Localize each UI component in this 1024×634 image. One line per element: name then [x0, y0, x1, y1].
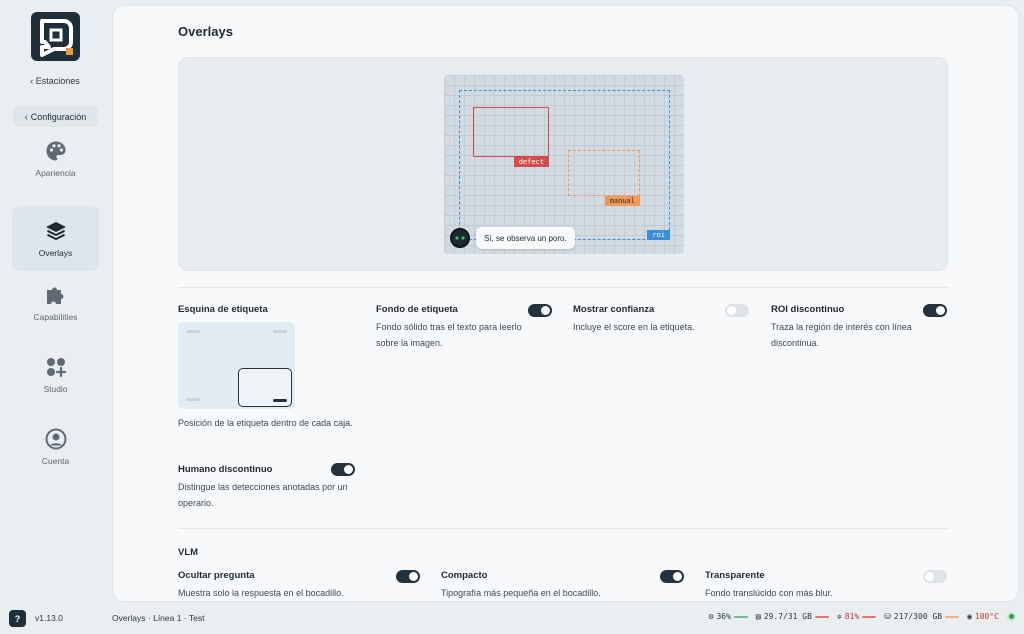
- defect-tag: defect: [513, 157, 549, 167]
- setting-label: Ocultar pregunta: [178, 570, 255, 581]
- setting-desc: Fondo translúcido con más blur.: [705, 588, 833, 598]
- setting-desc: Traza la región de interés con línea dis…: [771, 322, 912, 348]
- setting-desc: Distingue las detecciones anotadas por u…: [178, 482, 348, 508]
- sidebar: ‹ Estaciones ‹ Configuración Apariencia …: [0, 0, 110, 602]
- divider: [178, 287, 948, 288]
- user-circle-icon: [45, 428, 66, 449]
- vlm-avatar-icon: [450, 228, 470, 248]
- status-bar: ? v1.13.0 Overlays · Línea 1 · Test ⚙ 36…: [0, 602, 1024, 634]
- help-button[interactable]: ?: [9, 610, 26, 627]
- corner-option-top-left[interactable]: [186, 330, 200, 333]
- vlm-bubble: Sí, se observa un poro.: [476, 227, 575, 249]
- gpu-icon: ✲: [836, 612, 842, 621]
- hide-question-toggle[interactable]: [396, 570, 420, 583]
- cpu-stat: ⚙ 36%: [709, 612, 748, 621]
- setting-roi-dashed: ROI discontinuo Traza la región de inter…: [771, 304, 936, 351]
- roi-dashed-toggle[interactable]: [923, 304, 947, 317]
- overlay-preview: roi defect manual Sí, se observa un poro…: [178, 57, 948, 271]
- disk-bar: [945, 615, 960, 618]
- gpu-bar: [862, 615, 877, 618]
- sidebar-item-cuenta[interactable]: Cuenta: [12, 414, 99, 479]
- puzzle-icon: [46, 287, 63, 304]
- breadcrumb: Overlays · Línea 1 · Test: [112, 613, 205, 623]
- connection-status-dot: [1007, 612, 1016, 621]
- back-label: Estaciones: [35, 76, 80, 86]
- setting-label-corner: Esquina de etiqueta: [178, 304, 358, 315]
- corner-preview-box: [238, 368, 292, 407]
- corner-option-bottom-left[interactable]: [186, 398, 200, 401]
- compact-toggle[interactable]: [660, 570, 684, 583]
- setting-hide-question: Ocultar pregunta Muestra solo la respues…: [178, 570, 408, 601]
- setting-desc: Posición de la etiqueta dentro de cada c…: [178, 418, 353, 428]
- roi-tag: roi: [647, 230, 670, 240]
- disk-stat: ⛁ 217/300 GB: [884, 612, 960, 621]
- ram-stat: ▤ 29.7/31 GB: [756, 612, 829, 621]
- setting-label-corner-desc: Posición de la etiqueta dentro de cada c…: [178, 415, 358, 431]
- setting-label: Transparente: [705, 570, 765, 581]
- sidebar-item-overlays[interactable]: Overlays: [12, 206, 99, 271]
- corner-option-top-right[interactable]: [273, 330, 287, 333]
- gpu-value: 81%: [844, 612, 860, 621]
- layers-icon: [45, 221, 66, 240]
- palette-icon: [46, 141, 65, 160]
- main-panel: Overlays roi defect manual Sí, se observ…: [112, 5, 1019, 602]
- ram-value: 29.7/31 GB: [763, 612, 812, 621]
- setting-label: ROI discontinuo: [771, 304, 845, 315]
- ram-bar: [814, 615, 829, 618]
- page-title: Overlays: [178, 24, 233, 39]
- manual-overlay: manual: [568, 150, 640, 206]
- back-to-stations-link[interactable]: ‹ Estaciones: [0, 76, 110, 86]
- sidebar-item-studio[interactable]: Studio: [12, 342, 99, 407]
- setting-compact: Compacto Tipografía más pequeña en el bo…: [441, 570, 671, 601]
- vlm-section-title: VLM: [178, 547, 199, 558]
- gpu-stat: ✲ 81%: [836, 612, 877, 621]
- setting-desc: Tipografía más pequeña en el bocadillo.: [441, 588, 601, 598]
- manual-tag: manual: [604, 196, 640, 206]
- system-stats: ⚙ 36% ▤ 29.7/31 GB ✲ 81% ⛁ 217/300 GB ◉ …: [709, 612, 1016, 621]
- setting-label: Compacto: [441, 570, 488, 581]
- preview-canvas: roi defect manual Sí, se observa un poro…: [444, 75, 684, 254]
- setting-desc: Muestra solo la respuesta en el bocadill…: [178, 588, 344, 598]
- setting-transparent: Transparente Fondo translúcido con más b…: [705, 570, 935, 601]
- sidebar-item-label: Studio: [43, 383, 68, 394]
- corner-option-bottom-right[interactable]: [273, 399, 287, 402]
- cpu-bar: [733, 615, 748, 618]
- sidebar-item-label: Apariencia: [35, 167, 76, 178]
- setting-desc: Fondo sólido tras el texto para leerlo s…: [376, 322, 522, 348]
- defect-overlay: defect: [473, 107, 549, 167]
- setting-label-bg: Fondo de etiqueta Fondo sólido tras el t…: [376, 304, 546, 351]
- sidebar-item-capabilities[interactable]: Capabilities: [12, 270, 99, 335]
- confidence-toggle[interactable]: [725, 304, 749, 317]
- sidebar-item-label: Capabilities: [33, 311, 78, 322]
- label-corner-picker[interactable]: [178, 322, 295, 409]
- chevron-left-icon: ‹: [24, 111, 28, 122]
- config-breadcrumb[interactable]: ‹ Configuración: [13, 106, 98, 127]
- cpu-value: 36%: [716, 612, 731, 621]
- app-version: v1.13.0: [35, 613, 63, 623]
- label-bg-toggle[interactable]: [528, 304, 552, 317]
- human-dashed-toggle[interactable]: [331, 463, 355, 476]
- sidebar-item-apariencia[interactable]: Apariencia: [12, 126, 99, 191]
- temp-value: 100°C: [974, 612, 999, 621]
- ram-icon: ▤: [755, 612, 761, 621]
- disk-icon: ⛁: [884, 612, 891, 621]
- sidebar-item-label: Cuenta: [41, 455, 70, 466]
- chevron-left-icon: ‹: [30, 76, 34, 86]
- divider: [178, 528, 948, 529]
- grid-plus-icon: [46, 357, 66, 377]
- cpu-icon: ⚙: [708, 612, 714, 621]
- transparent-toggle[interactable]: [923, 570, 947, 583]
- sidebar-item-label: Overlays: [38, 247, 73, 258]
- config-label: Configuración: [30, 111, 87, 122]
- setting-label: Esquina de etiqueta: [178, 304, 268, 315]
- disk-value: 217/300 GB: [893, 612, 943, 621]
- app-logo[interactable]: [31, 12, 80, 61]
- setting-desc: Incluye el score en la etiqueta.: [573, 322, 695, 332]
- temp-stat: ◉ 100°C: [967, 612, 999, 621]
- thermometer-icon: ◉: [967, 612, 972, 621]
- setting-label: Fondo de etiqueta: [376, 304, 458, 315]
